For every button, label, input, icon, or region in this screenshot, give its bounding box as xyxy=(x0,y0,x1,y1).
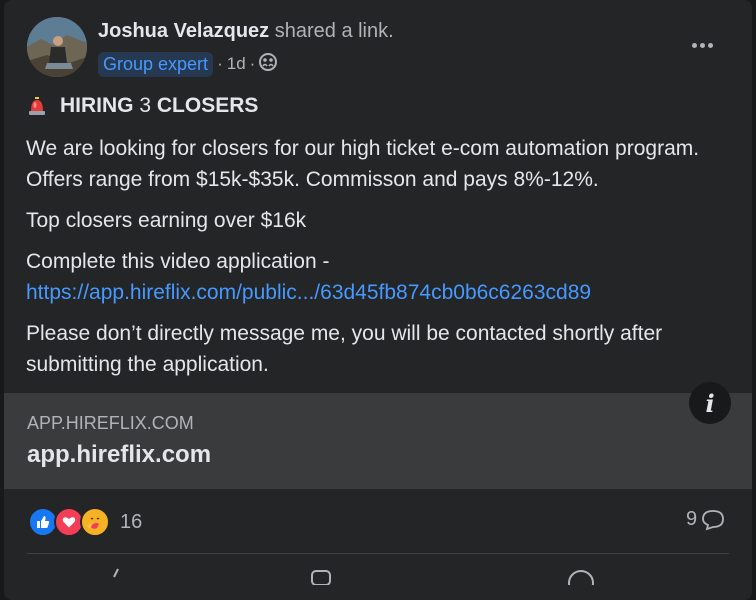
post-card: Joshua Velazquez shared a link. Group ex… xyxy=(4,0,752,600)
headline-number: 3 xyxy=(139,94,152,117)
post-paragraph: Complete this video application - https:… xyxy=(26,246,738,308)
shared-text: shared a link. xyxy=(269,20,394,42)
author-name[interactable]: Joshua Velazquez xyxy=(98,20,269,42)
post-paragraph: Top closers earning over $16k xyxy=(26,209,307,232)
reaction-count: 16 xyxy=(120,510,143,533)
link-preview-title[interactable]: app.hireflix.com xyxy=(27,441,211,469)
share-action-icon[interactable] xyxy=(566,565,596,596)
avatar-photo xyxy=(27,17,87,77)
action-divider xyxy=(27,553,729,554)
group-audience-icon[interactable] xyxy=(259,52,278,76)
info-icon[interactable]: i xyxy=(689,382,731,424)
group-expert-badge[interactable]: Group expert xyxy=(98,51,214,77)
siren-emoji-icon xyxy=(26,95,48,117)
reaction-summary[interactable]: 16 xyxy=(28,507,142,537)
headline-pre: HIRING xyxy=(60,94,140,117)
care-icon xyxy=(80,507,110,537)
post-paragraph: We are looking for closers for our high … xyxy=(26,137,700,191)
headline-post: CLOSERS xyxy=(151,94,259,117)
cta-text: Complete this video application - xyxy=(26,250,330,273)
comment-bubble-icon xyxy=(702,509,725,530)
post-meta: Group expert · 1d · xyxy=(98,50,278,78)
link-preview-domain: APP.HIREFLIX.COM xyxy=(27,413,194,433)
author-line: Joshua Velazquez shared a link. xyxy=(98,20,394,43)
like-action-icon[interactable] xyxy=(104,565,134,585)
application-link[interactable]: https://app.hireflix.com/public.../63d45… xyxy=(26,281,591,304)
post-body: HIRING 3 CLOSERS We are looking for clos… xyxy=(26,90,738,390)
comment-count-button[interactable]: 9 xyxy=(686,508,725,531)
post-time[interactable]: 1d xyxy=(227,54,246,74)
comment-count: 9 xyxy=(686,508,698,530)
more-options-icon[interactable] xyxy=(686,32,718,58)
post-paragraph: Please don’t directly message me, you wi… xyxy=(26,322,663,376)
meta-separator: · xyxy=(217,54,223,73)
post-headline: HIRING 3 CLOSERS xyxy=(26,90,738,121)
meta-separator: · xyxy=(249,54,256,73)
link-preview[interactable]: APP.HIREFLIX.COM app.hireflix.com xyxy=(4,393,752,489)
comment-action-icon[interactable] xyxy=(306,565,336,586)
author-avatar[interactable] xyxy=(27,17,87,77)
headline-text: HIRING 3 CLOSERS xyxy=(60,90,258,121)
